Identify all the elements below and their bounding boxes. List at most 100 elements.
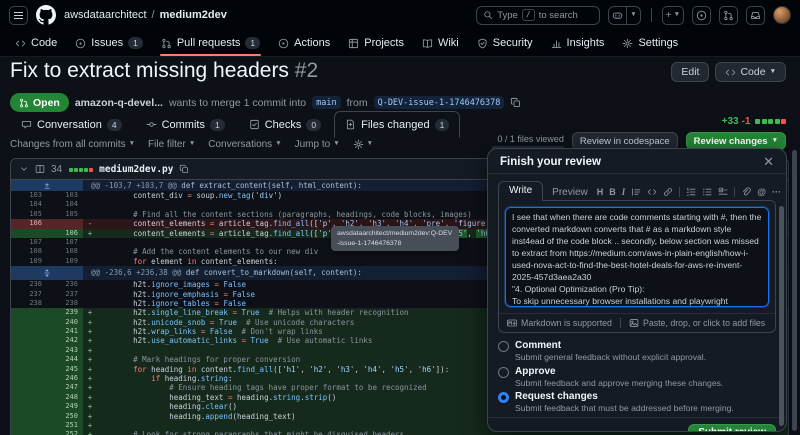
inbox-button[interactable] bbox=[746, 5, 765, 25]
search-input[interactable]: Type / to search bbox=[476, 5, 601, 25]
new-line-number[interactable] bbox=[47, 219, 83, 229]
tasklist-icon[interactable] bbox=[718, 187, 728, 197]
old-line-number[interactable]: 105 bbox=[11, 210, 47, 219]
old-line-number[interactable] bbox=[11, 392, 47, 403]
code-icon[interactable] bbox=[647, 187, 657, 197]
review-option-request-changes[interactable]: Request changes Submit feedback that must… bbox=[498, 391, 776, 414]
old-line-number[interactable]: 236 bbox=[11, 280, 47, 289]
new-line-number[interactable]: 106 bbox=[47, 228, 83, 238]
file-filter-dropdown[interactable]: File filter ▼ bbox=[148, 139, 195, 150]
old-line-number[interactable]: 237 bbox=[11, 290, 47, 299]
nav-item-wiki[interactable]: Wiki bbox=[413, 30, 468, 56]
old-line-number[interactable] bbox=[11, 420, 47, 431]
old-line-number[interactable] bbox=[11, 308, 47, 318]
pr-tab-conversation[interactable]: Conversation 4 bbox=[10, 111, 133, 138]
panel-scrollbar[interactable] bbox=[779, 206, 784, 426]
new-line-number[interactable]: 238 bbox=[47, 299, 83, 308]
quote-icon[interactable] bbox=[631, 187, 641, 197]
split-view-icon[interactable] bbox=[35, 164, 45, 174]
new-line-number[interactable]: 107 bbox=[47, 238, 83, 247]
copy-icon[interactable] bbox=[510, 97, 521, 108]
head-branch-label[interactable]: Q-DEV-issue-1-1746476378 bbox=[373, 96, 505, 109]
breadcrumb-repo[interactable]: medium2dev bbox=[160, 9, 227, 21]
old-line-number[interactable] bbox=[11, 355, 47, 365]
new-line-number[interactable]: 243 bbox=[47, 345, 83, 356]
new-line-number[interactable]: 237 bbox=[47, 290, 83, 299]
italic-icon[interactable]: I bbox=[622, 187, 626, 197]
old-line-number[interactable] bbox=[11, 345, 47, 356]
breadcrumb-owner[interactable]: awsdataarchitect bbox=[64, 9, 147, 21]
edit-button[interactable]: Edit bbox=[671, 62, 710, 82]
old-line-number[interactable]: 109 bbox=[11, 257, 47, 266]
create-new-button[interactable]: + ▼ bbox=[661, 5, 684, 25]
more-options-icon[interactable]: ··· bbox=[772, 187, 781, 197]
link-icon[interactable] bbox=[663, 187, 673, 197]
old-line-number[interactable]: 106 bbox=[11, 219, 47, 229]
new-line-number[interactable]: 108 bbox=[47, 247, 83, 256]
user-avatar[interactable] bbox=[773, 6, 791, 24]
new-line-number[interactable]: 251 bbox=[47, 420, 83, 431]
new-line-number[interactable]: 241 bbox=[47, 327, 83, 337]
new-line-number[interactable]: 240 bbox=[47, 317, 83, 328]
review-comment-input[interactable]: I see that when there are code comments … bbox=[505, 207, 769, 307]
close-icon[interactable]: ✕ bbox=[763, 155, 774, 168]
expand-up-button[interactable] bbox=[11, 180, 83, 191]
copy-icon[interactable] bbox=[179, 164, 189, 174]
new-line-number[interactable]: 103 bbox=[47, 191, 83, 200]
new-line-number[interactable]: 245 bbox=[47, 364, 83, 375]
pr-tab-commits[interactable]: Commits 1 bbox=[135, 111, 236, 138]
new-line-number[interactable]: 248 bbox=[47, 392, 83, 403]
old-line-number[interactable] bbox=[11, 327, 47, 337]
old-line-number[interactable]: 238 bbox=[11, 299, 47, 308]
pr-tab-files-changed[interactable]: Files changed 1 bbox=[334, 111, 461, 138]
radio-selected-icon[interactable] bbox=[498, 392, 509, 403]
old-line-number[interactable] bbox=[11, 402, 47, 412]
old-line-number[interactable] bbox=[11, 336, 47, 346]
unordered-list-icon[interactable] bbox=[702, 187, 712, 197]
nav-item-issues[interactable]: Issues 1 bbox=[66, 30, 152, 56]
base-branch-label[interactable]: main bbox=[312, 96, 341, 109]
old-line-number[interactable] bbox=[11, 430, 47, 435]
new-line-number[interactable]: 109 bbox=[47, 257, 83, 266]
mention-icon[interactable]: @ bbox=[757, 187, 766, 197]
old-line-number[interactable]: 103 bbox=[11, 191, 47, 200]
changes-dropdown[interactable]: Changes from all commits ▼ bbox=[10, 139, 135, 150]
tab-write[interactable]: Write bbox=[498, 181, 544, 201]
copilot-button[interactable] bbox=[608, 5, 628, 25]
review-option-comment[interactable]: Comment Submit general feedback without e… bbox=[498, 340, 776, 363]
new-line-number[interactable]: 247 bbox=[47, 383, 83, 393]
review-option-approve[interactable]: Approve Submit feedback and approve mergi… bbox=[498, 366, 776, 389]
new-line-number[interactable]: 105 bbox=[47, 210, 83, 219]
old-line-number[interactable]: 108 bbox=[11, 247, 47, 256]
submit-review-button[interactable]: Submit review bbox=[688, 423, 776, 431]
new-line-number[interactable]: 244 bbox=[47, 355, 83, 365]
ordered-list-icon[interactable] bbox=[686, 187, 696, 197]
old-line-number[interactable] bbox=[11, 317, 47, 328]
radio-unselected-icon[interactable] bbox=[498, 341, 509, 352]
diff-settings-dropdown[interactable]: ▼ bbox=[353, 139, 373, 150]
copilot-menu-button[interactable]: ▼ bbox=[627, 5, 641, 25]
github-logo-icon[interactable] bbox=[36, 5, 56, 25]
pr-tab-checks[interactable]: Checks 0 bbox=[238, 111, 332, 138]
issues-button[interactable] bbox=[692, 5, 711, 25]
pr-author[interactable]: amazon-q-devel... bbox=[75, 97, 163, 109]
old-line-number[interactable] bbox=[11, 383, 47, 393]
old-line-number[interactable] bbox=[11, 374, 47, 384]
new-line-number[interactable]: 250 bbox=[47, 411, 83, 421]
nav-item-actions[interactable]: Actions bbox=[269, 30, 339, 56]
nav-item-pull-requests[interactable]: Pull requests 1 bbox=[152, 30, 269, 56]
page-scrollbar[interactable] bbox=[792, 150, 797, 431]
hamburger-button[interactable] bbox=[9, 5, 28, 25]
new-line-number[interactable]: 236 bbox=[47, 280, 83, 289]
jump-to-dropdown[interactable]: Jump to ▼ bbox=[295, 139, 340, 150]
markdown-note[interactable]: Markdown is supported bbox=[507, 318, 612, 328]
nav-item-settings[interactable]: Settings bbox=[613, 30, 687, 56]
expand-both-button[interactable] bbox=[11, 266, 83, 281]
chevron-down-icon[interactable] bbox=[19, 164, 29, 174]
old-line-number[interactable]: 107 bbox=[11, 238, 47, 247]
code-button[interactable]: Code ▼ bbox=[715, 62, 786, 82]
old-line-number[interactable] bbox=[11, 228, 47, 238]
attach-files-note[interactable]: Paste, drop, or click to add files bbox=[629, 318, 765, 328]
new-line-number[interactable]: 249 bbox=[47, 402, 83, 412]
new-line-number[interactable]: 104 bbox=[47, 200, 83, 209]
